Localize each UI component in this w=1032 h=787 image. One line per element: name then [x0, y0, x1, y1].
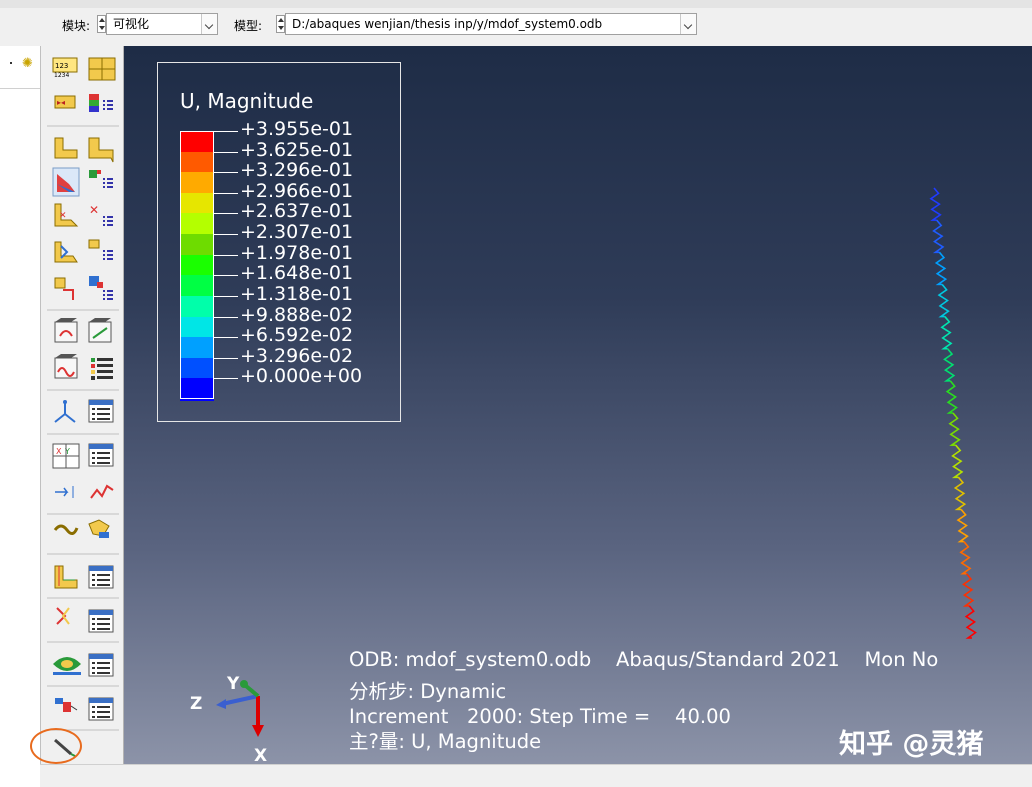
stream-manager-icon[interactable]: [88, 565, 114, 589]
spring-segment: [937, 283, 950, 318]
visualization-toolbox: 123 1234 ▸◂ ✕ ✕ XY: [40, 46, 124, 764]
xy-plot-icon[interactable]: [88, 399, 114, 423]
chevron-down-icon[interactable]: [680, 14, 696, 34]
model-label: 模型:: [234, 19, 263, 33]
plot-undeformed-icon[interactable]: ▸◂: [54, 95, 76, 109]
watermark: 知乎 @灵猪: [839, 729, 984, 760]
xy-data-manager-icon[interactable]: [91, 358, 113, 380]
active-view-cut-icon[interactable]: [53, 657, 81, 675]
module-select[interactable]: 可视化: [106, 13, 218, 35]
spring-segment: [959, 541, 972, 575]
contour-options-icon[interactable]: [88, 137, 114, 163]
xy-data-icon[interactable]: [54, 354, 78, 379]
view-cut-manager-icon[interactable]: [88, 443, 114, 467]
query-manager-icon[interactable]: [88, 697, 114, 721]
spring-chain: [929, 187, 977, 639]
svg-text:1234: 1234: [54, 72, 69, 79]
spring-segment: [948, 412, 961, 446]
animate-scale-factor-icon[interactable]: [54, 241, 78, 263]
step-info-line: 分析步: Dynamic: [349, 680, 507, 703]
spring-segment: [929, 187, 942, 221]
chevron-down-icon[interactable]: [201, 14, 217, 34]
view-cut-icon[interactable]: XY: [52, 443, 80, 469]
viewport[interactable]: U, Magnitude +3.955e-01 +3.625e-01 +3.296e…: [124, 46, 1032, 764]
plot-material-orientation-icon[interactable]: ✕: [54, 203, 79, 227]
toolbox-icons: 123 1234 ▸◂ ✕ ✕ XY: [47, 57, 119, 757]
increment-info-line: Increment 2000: Step Time = 40.00: [349, 705, 731, 728]
model-tree-panel: ✺: [0, 46, 40, 787]
module-label: 模块:: [62, 19, 91, 33]
prompt-area: [40, 764, 1032, 787]
module-value: 可视化: [113, 17, 150, 31]
spring-segment: [943, 348, 956, 382]
toolbar-icon-strip: [0, 0, 1032, 8]
animation-options-icon[interactable]: [89, 276, 113, 300]
path-icon[interactable]: [54, 400, 76, 423]
z-arrow: [216, 699, 226, 709]
spring-segment: [932, 219, 945, 254]
animate-time-history-icon[interactable]: [88, 239, 113, 260]
display-group-icon[interactable]: [56, 607, 70, 625]
svg-text:123: 123: [55, 62, 68, 70]
spring-segment: [964, 605, 977, 639]
module-spinner[interactable]: [97, 15, 106, 33]
svg-text:✕: ✕: [89, 203, 99, 217]
y-arrow: [240, 680, 248, 688]
legend-state-icon[interactable]: 123 1234: [52, 57, 78, 79]
view-triad: [216, 680, 264, 737]
spring-segment: [951, 444, 964, 479]
variable-info-line: 主?量: U, Magnitude: [349, 730, 542, 753]
orientation-options-icon[interactable]: ✕: [89, 203, 113, 226]
spring-segment: [940, 316, 953, 350]
csys-manager-icon[interactable]: [88, 318, 112, 343]
svg-text:✕: ✕: [59, 211, 67, 221]
spring-segment: [962, 573, 975, 607]
display-group-manager-icon[interactable]: [88, 609, 114, 633]
spring-segment: [945, 380, 958, 414]
svg-text:Y: Y: [64, 447, 70, 456]
color-code-icon[interactable]: [88, 57, 116, 81]
x-arrow: [252, 725, 264, 737]
svg-text:X: X: [56, 447, 62, 456]
stream-icon[interactable]: [54, 565, 78, 589]
symbol-options-icon[interactable]: [89, 170, 113, 188]
triad-z-label: Z: [190, 694, 203, 714]
odb-info-line: ODB: mdof_system0.odb Abaqus/Standard 20…: [349, 648, 939, 671]
tree-node-dot: [10, 62, 12, 64]
view-cut-toggle-icon[interactable]: [88, 653, 114, 677]
animate-harmonic-icon[interactable]: [54, 277, 74, 300]
triad-y-label: Y: [227, 674, 240, 694]
plot-deformed-icon[interactable]: [89, 94, 113, 112]
model-spinner[interactable]: [276, 15, 285, 33]
top-toolbar: 模块: 可视化 模型: D:/abaques wenjian/thesis in…: [0, 0, 1032, 47]
svg-text:▸◂: ▸◂: [57, 98, 65, 107]
plot-symbols-icon[interactable]: [52, 167, 80, 197]
spring-segment: [956, 508, 969, 543]
spring-segment: [953, 476, 967, 511]
free-body-cut-icon[interactable]: [55, 484, 114, 499]
lightbulb-icon[interactable]: ✺: [22, 56, 33, 71]
z-axis: [221, 694, 259, 706]
query-icon[interactable]: [55, 698, 78, 712]
spring-segment: [934, 251, 948, 286]
highlight-annotation: [30, 728, 82, 764]
coordinate-system-icon[interactable]: [54, 318, 78, 343]
plot-contours-icon[interactable]: [54, 137, 78, 159]
triad-x-label: X: [254, 746, 268, 764]
y-axis: [244, 684, 260, 698]
model-value: D:/abaques wenjian/thesis inp/y/mdof_sys…: [292, 17, 603, 31]
free-body-manager-icon[interactable]: [53, 519, 110, 538]
model-select[interactable]: D:/abaques wenjian/thesis inp/y/mdof_sys…: [285, 13, 697, 35]
panel-divider: [0, 88, 40, 89]
